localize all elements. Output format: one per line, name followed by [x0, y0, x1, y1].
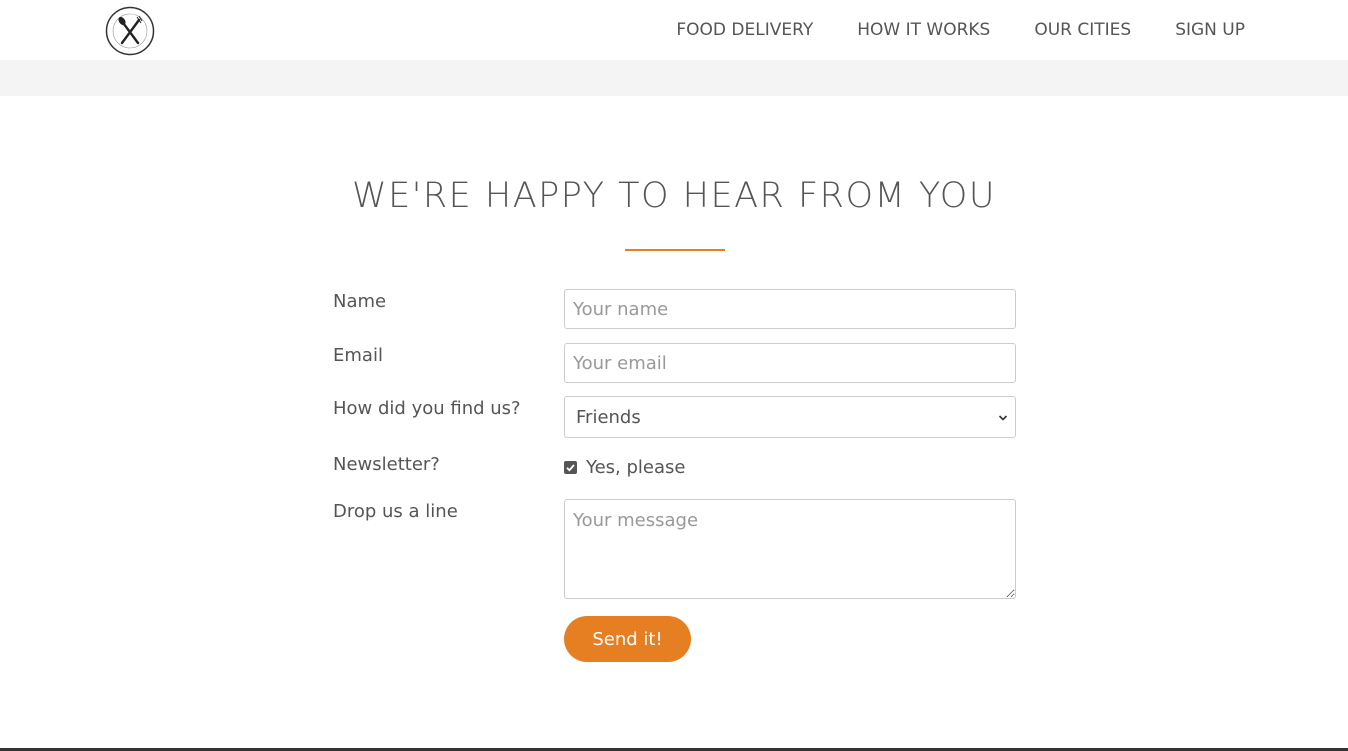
message-label: Drop us a line	[333, 501, 458, 522]
message-textarea[interactable]	[564, 499, 1016, 599]
newsletter-label: Newsletter?	[333, 454, 440, 475]
fork-and-knife-logo-icon[interactable]	[105, 6, 155, 56]
email-label: Email	[333, 345, 383, 366]
email-input[interactable]	[564, 343, 1016, 383]
send-button[interactable]: Send it!	[564, 616, 691, 662]
newsletter-checkbox[interactable]	[564, 461, 577, 474]
form-title: WE'RE HAPPY TO HEAR FROM YOU	[352, 176, 996, 216]
checkmark-icon	[566, 464, 575, 472]
find-us-label: How did you find us?	[333, 398, 521, 419]
newsletter-checkbox-label[interactable]: Yes, please	[586, 457, 685, 478]
main-nav: FOOD DELIVERY HOW IT WORKS OUR CITIES SI…	[632, 0, 1245, 60]
title-underline	[625, 249, 725, 251]
name-input[interactable]	[564, 289, 1016, 329]
name-label: Name	[333, 291, 387, 312]
nav-link-how-it-works[interactable]: HOW IT WORKS	[857, 20, 990, 40]
top-navigation-bar: FOOD DELIVERY HOW IT WORKS OUR CITIES SI…	[0, 0, 1348, 60]
nav-link-our-cities[interactable]: OUR CITIES	[1034, 20, 1131, 40]
find-us-select[interactable]: Friends	[564, 396, 1016, 438]
nav-link-sign-up[interactable]: SIGN UP	[1175, 20, 1245, 40]
nav-link-food-delivery[interactable]: FOOD DELIVERY	[676, 20, 813, 40]
section-divider-band	[0, 60, 1348, 96]
